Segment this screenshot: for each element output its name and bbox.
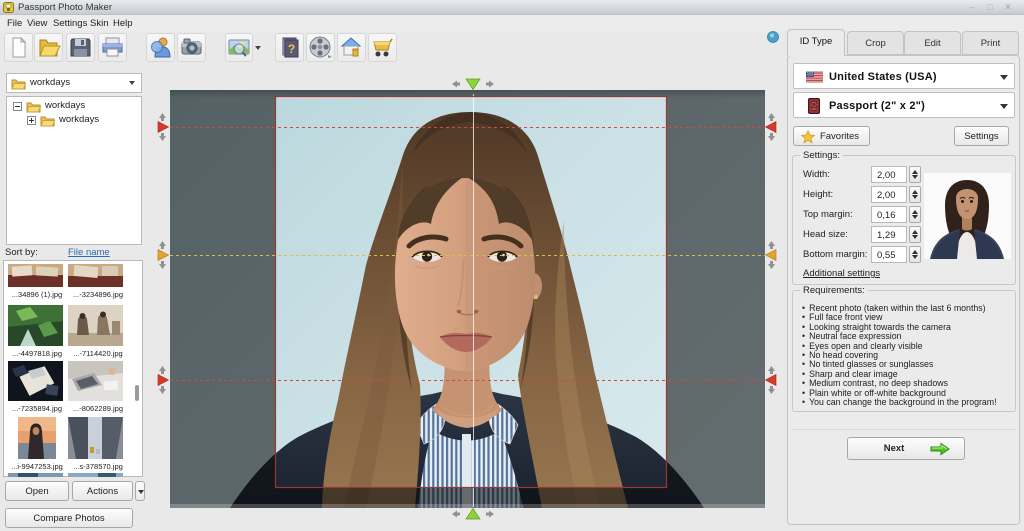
- svg-text:?: ?: [288, 42, 295, 56]
